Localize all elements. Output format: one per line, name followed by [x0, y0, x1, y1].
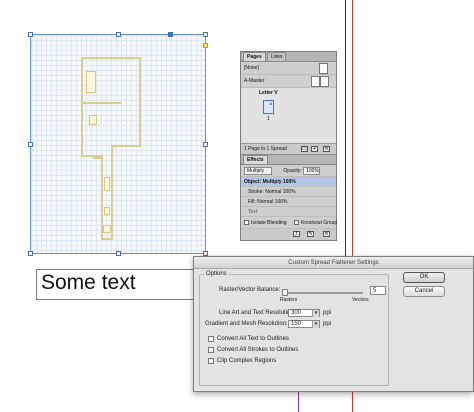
gradient-resolution-label: Gradient and Mesh Resolution: — [205, 321, 288, 327]
page-number: 1 — [267, 116, 270, 122]
a-master-row[interactable]: A-Master — [241, 75, 336, 88]
balance-value-field[interactable]: 5 — [370, 286, 386, 295]
effects-row-object[interactable]: Object: Multiply 100% — [241, 177, 336, 187]
resize-handle-bottom[interactable] — [116, 251, 121, 256]
cancel-button[interactable]: Cancel — [403, 286, 445, 297]
trash-icon[interactable]: ✕ — [323, 146, 330, 152]
page-edge-line — [345, 0, 346, 270]
pages-status-text: 1 Page in 1 Spread — [244, 146, 287, 152]
convert-strokes-label: Convert All Strokes to Outlines — [217, 347, 299, 353]
knockout-group-checkbox[interactable] — [293, 220, 299, 226]
image-frame[interactable] — [28, 32, 208, 256]
isolate-blending-label: Isolate Blending — [251, 220, 287, 226]
page-master-letter: A — [269, 101, 272, 106]
tab-links[interactable]: Links — [266, 52, 287, 61]
effects-row-stroke-label: Stroke: Normal 100% — [248, 189, 296, 195]
pages-tab-bar: Pages Links — [241, 52, 336, 62]
corner-options-handle[interactable] — [203, 43, 208, 48]
line-art-resolution-value: 300 — [291, 310, 302, 316]
text-frame-content: Some text — [41, 271, 136, 294]
balance-slider-track[interactable] — [282, 289, 363, 296]
flattener-settings-dialog: Custom Spread Flattener Settings Options… — [193, 256, 474, 392]
gradient-resolution-value: 150 — [291, 321, 302, 327]
opacity-label: Opacity: — [283, 168, 302, 174]
balance-label: Raster/Vector Balance: — [219, 287, 281, 293]
line-art-resolution-combo[interactable]: 300 ▾ — [288, 309, 320, 317]
resize-handle-right[interactable] — [203, 142, 208, 147]
blend-opacity-row: Multiply Opacity: 100% — [241, 165, 336, 177]
line-art-resolution-label: Line Art and Text Resolution: — [219, 310, 296, 316]
tab-pages[interactable]: Pages — [243, 52, 266, 61]
opacity-field[interactable]: 100% — [303, 166, 321, 175]
page-1-thumbnail[interactable]: A — [263, 100, 274, 114]
clip-complex-regions-checkbox[interactable] — [208, 358, 214, 364]
effects-row-fill-label: Fill: Normal 100% — [248, 199, 288, 205]
resize-handle-top-right[interactable] — [203, 32, 208, 37]
fx-icon[interactable]: ƒ — [293, 231, 300, 237]
effects-row-text[interactable]: Text: — [241, 207, 336, 217]
blend-mode-select[interactable]: Multiply — [244, 166, 272, 175]
options-group-label: Options — [204, 271, 229, 277]
effects-row-text-label: Text: — [248, 209, 259, 215]
clear-effects-icon[interactable]: ✎ — [307, 231, 314, 237]
effects-bottom-bar: ƒ ✎ ✕ — [241, 229, 336, 240]
reference-point-handle[interactable] — [168, 32, 173, 37]
gradient-resolution-combo[interactable]: 150 ▾ — [288, 320, 320, 328]
effects-row-object-label: Object: Multiply 100% — [244, 179, 296, 185]
floorplan-image — [81, 57, 171, 247]
none-master-label: [None] — [244, 65, 259, 71]
effects-row-stroke[interactable]: Stroke: Normal 100% — [241, 187, 336, 197]
options-group: Options Raster/Vector Balance: 5 Rasters… — [199, 271, 389, 386]
chevron-down-icon[interactable]: ▾ — [312, 321, 319, 328]
resize-handle-left[interactable] — [28, 142, 33, 147]
pages-list-area[interactable]: Letter V A 1 — [241, 88, 336, 144]
a-master-label: A-Master — [244, 78, 265, 84]
convert-strokes-checkbox[interactable] — [208, 347, 214, 353]
none-master-thumbnail[interactable] — [319, 63, 328, 74]
resize-handle-top[interactable] — [116, 32, 121, 37]
knockout-group-label: Knockout Group — [300, 220, 338, 226]
resize-handle-top-left[interactable] — [28, 32, 33, 37]
spread-label: Letter V — [259, 90, 278, 96]
blending-options-row: Isolate Blending Knockout Group — [241, 217, 338, 229]
effects-row-fill[interactable]: Fill: Normal 100% — [241, 197, 336, 207]
line-art-unit: ppi — [323, 310, 332, 316]
balance-slider-thumb[interactable] — [282, 289, 288, 296]
clip-complex-regions-label: Clip Complex Regions — [217, 358, 277, 364]
a-master-left-thumbnail[interactable] — [311, 76, 320, 87]
pages-status-bar: 1 Page in 1 Spread ▭ + ✕ — [241, 144, 336, 155]
effects-tab-bar: Effects — [241, 155, 336, 165]
isolate-blending-checkbox[interactable] — [244, 220, 249, 226]
resize-handle-bottom-left[interactable] — [28, 251, 33, 256]
convert-text-label: Convert All Text to Outlines — [217, 336, 289, 342]
chevron-down-icon[interactable]: ▾ — [312, 310, 319, 317]
a-master-right-thumbnail[interactable] — [320, 76, 329, 87]
trash-icon[interactable]: ✕ — [323, 231, 330, 237]
dialog-title: Custom Spread Flattener Settings — [194, 257, 473, 269]
page-size-icon[interactable]: ▭ — [301, 146, 308, 152]
gradient-unit: ppi — [323, 321, 332, 327]
tab-effects[interactable]: Effects — [243, 155, 268, 164]
rasters-label: Rasters — [280, 297, 298, 303]
none-master-row[interactable]: [None] — [241, 62, 336, 75]
vectors-label: Vectors — [352, 297, 369, 303]
new-page-icon[interactable]: + — [311, 146, 318, 152]
ok-button[interactable]: OK — [403, 272, 445, 283]
pages-effects-panel: Pages Links [None] A-Master Letter V A 1… — [240, 51, 337, 241]
convert-text-checkbox[interactable] — [208, 336, 214, 342]
